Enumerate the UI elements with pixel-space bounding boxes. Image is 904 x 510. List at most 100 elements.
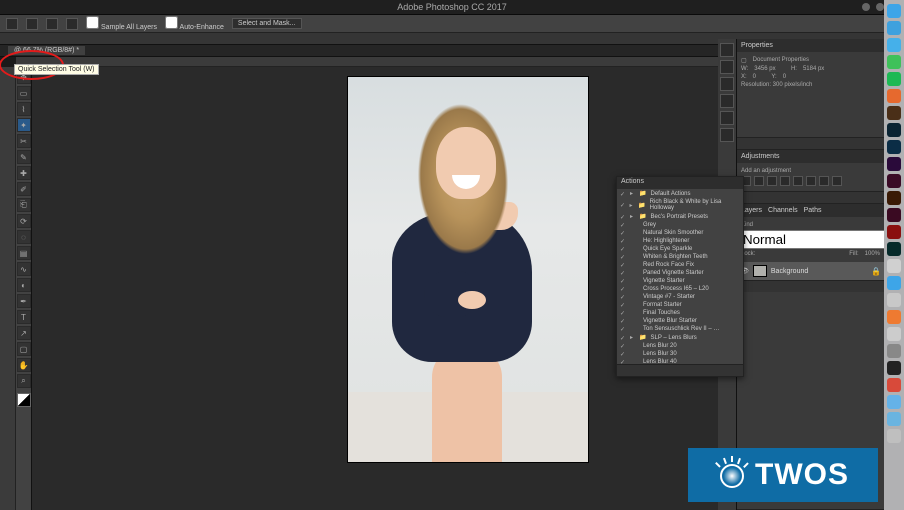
lightroom-icon[interactable] — [887, 123, 901, 137]
action-item[interactable]: ✓Format Starter — [617, 301, 743, 309]
adj-curves-icon[interactable] — [767, 176, 777, 186]
spotify-icon[interactable] — [887, 72, 901, 86]
actions-panel[interactable]: Actions ✓▸📁 Default Actions✓▸📁 Rich Blac… — [616, 176, 744, 377]
adj-photo-filter-icon[interactable] — [832, 176, 842, 186]
action-item[interactable]: ✓Vintage #7 - Starter — [617, 293, 743, 301]
select-and-mask-button[interactable]: Select and Mask... — [232, 18, 302, 29]
illustrator-icon[interactable] — [887, 191, 901, 205]
layer-name[interactable]: Background — [771, 268, 808, 275]
history-panel-icon[interactable] — [720, 43, 734, 57]
action-item[interactable]: ✓▸📁 Rich Black & White by Lisa Holloway — [617, 198, 743, 212]
firefox-icon[interactable] — [887, 89, 901, 103]
libraries-panel-icon[interactable] — [720, 94, 734, 108]
folder-icon[interactable] — [887, 412, 901, 426]
app5-icon[interactable] — [887, 327, 901, 341]
finder-icon[interactable] — [887, 4, 901, 18]
action-item[interactable]: ✓Lens Blur 20 — [617, 342, 743, 350]
path-selection-tool[interactable]: ↗ — [17, 326, 31, 340]
action-item[interactable]: ✓Natural Skin Smoother — [617, 229, 743, 237]
trash-icon[interactable] — [887, 429, 901, 443]
mail-icon[interactable] — [887, 38, 901, 52]
channels-tab[interactable]: Channels — [768, 207, 798, 214]
history-brush-tool[interactable]: ⟳ — [17, 214, 31, 228]
brush-tool[interactable]: ✐ — [17, 182, 31, 196]
action-item[interactable]: ✓Lens Blur 30 — [617, 350, 743, 358]
app4-icon[interactable] — [887, 310, 901, 324]
app3-icon[interactable] — [887, 293, 901, 307]
brush-subtract-icon[interactable] — [46, 18, 58, 30]
terminal-icon[interactable] — [887, 361, 901, 375]
hand-tool[interactable]: ✋ — [17, 358, 31, 372]
layer-background[interactable]: 👁 Background 🔒 — [737, 262, 884, 280]
color-panel-icon[interactable] — [720, 60, 734, 74]
adj-hue-icon[interactable] — [806, 176, 816, 186]
actions-tab[interactable]: Actions — [621, 178, 644, 185]
action-item[interactable]: ✓Vignette Starter — [617, 277, 743, 285]
type-tool[interactable]: T — [17, 310, 31, 324]
gradient-tool[interactable]: ▤ — [17, 246, 31, 260]
maximize-button[interactable] — [876, 3, 884, 11]
app2-icon[interactable] — [887, 276, 901, 290]
audition-icon[interactable] — [887, 242, 901, 256]
system-prefs-icon[interactable] — [887, 344, 901, 358]
action-item[interactable]: ✓Vignette Blur Starter — [617, 317, 743, 325]
eraser-tool[interactable]: ◌ — [17, 230, 31, 244]
auto-enhance-checkbox[interactable]: Auto-Enhance — [165, 16, 224, 31]
action-item[interactable]: ✓Red Rock Face Fix — [617, 261, 743, 269]
minimize-button[interactable] — [862, 3, 870, 11]
lasso-tool[interactable]: ⌇ — [17, 102, 31, 116]
adj-exposure-icon[interactable] — [780, 176, 790, 186]
adj-bw-icon[interactable] — [819, 176, 829, 186]
fill-value[interactable]: 100% — [865, 251, 880, 257]
zoom-tool[interactable]: ⌕ — [17, 374, 31, 388]
action-item[interactable]: ✓Paned Vignette Starter — [617, 269, 743, 277]
ps-icon[interactable] — [887, 140, 901, 154]
adj-vibrance-icon[interactable] — [793, 176, 803, 186]
sample-all-layers-checkbox[interactable]: Sample All Layers — [86, 16, 157, 31]
messages-icon[interactable] — [887, 55, 901, 69]
action-item[interactable]: ✓▸📁 Default Actions — [617, 189, 743, 198]
action-item[interactable]: ✓Grey — [617, 221, 743, 229]
action-item[interactable]: ✓Ton Sensuschlick Rev II – … — [617, 325, 743, 333]
adjustments-tab[interactable]: Adjustments — [741, 153, 780, 160]
blur-tool[interactable]: ∿ — [17, 262, 31, 276]
layers-tab[interactable]: Layers — [741, 207, 762, 214]
dodge-tool[interactable]: ◐ — [17, 278, 31, 292]
action-item[interactable]: ✓He: Highlightener — [617, 237, 743, 245]
pr-icon[interactable] — [887, 157, 901, 171]
clone-stamp-tool[interactable]: ⎗ — [17, 198, 31, 212]
adj-levels-icon[interactable] — [754, 176, 764, 186]
pen-tool[interactable]: ✒ — [17, 294, 31, 308]
tool-preset-icon[interactable] — [6, 18, 18, 30]
paths-tab[interactable]: Paths — [804, 207, 822, 214]
blend-mode-select[interactable] — [741, 230, 904, 249]
brush-picker-icon[interactable] — [66, 18, 78, 30]
rectangle-tool[interactable]: ▢ — [17, 342, 31, 356]
spot-healing-tool[interactable]: ✚ — [17, 166, 31, 180]
foreground-background-swatch[interactable] — [17, 393, 31, 407]
brush-add-icon[interactable] — [26, 18, 38, 30]
media-encoder-icon[interactable] — [887, 174, 901, 188]
app7-icon[interactable] — [887, 395, 901, 409]
eyedropper-tool[interactable]: ✎ — [17, 150, 31, 164]
action-item[interactable]: ✓▸📁 Bec's Portrait Presets — [617, 212, 743, 221]
action-item[interactable]: ✓Whiten & Brighten Teeth — [617, 253, 743, 261]
rectangular-marquee-tool[interactable]: ▭ — [17, 86, 31, 100]
action-item[interactable]: ✓Quick Eye Sparkle — [617, 245, 743, 253]
swatches-panel-icon[interactable] — [720, 77, 734, 91]
indesign-icon[interactable] — [887, 208, 901, 222]
action-item[interactable]: ✓▸📁 SLP – Lens Blurs — [617, 333, 743, 342]
layer-thumbnail[interactable] — [753, 265, 767, 277]
app6-icon[interactable] — [887, 378, 901, 392]
paragraph-panel-icon[interactable] — [720, 128, 734, 142]
document-tab[interactable]: @ 66.7% (RGB/8#) * — [8, 46, 85, 55]
action-item[interactable]: ✓Final Touches — [617, 309, 743, 317]
character-panel-icon[interactable] — [720, 111, 734, 125]
properties-tab[interactable]: Properties — [741, 42, 773, 49]
quick-selection-tool[interactable]: ✦ — [17, 118, 31, 132]
document-canvas[interactable] — [348, 77, 588, 462]
bridge-icon[interactable] — [887, 106, 901, 120]
safari-icon[interactable] — [887, 21, 901, 35]
app-icon[interactable] — [887, 259, 901, 273]
crop-tool[interactable]: ✂ — [17, 134, 31, 148]
